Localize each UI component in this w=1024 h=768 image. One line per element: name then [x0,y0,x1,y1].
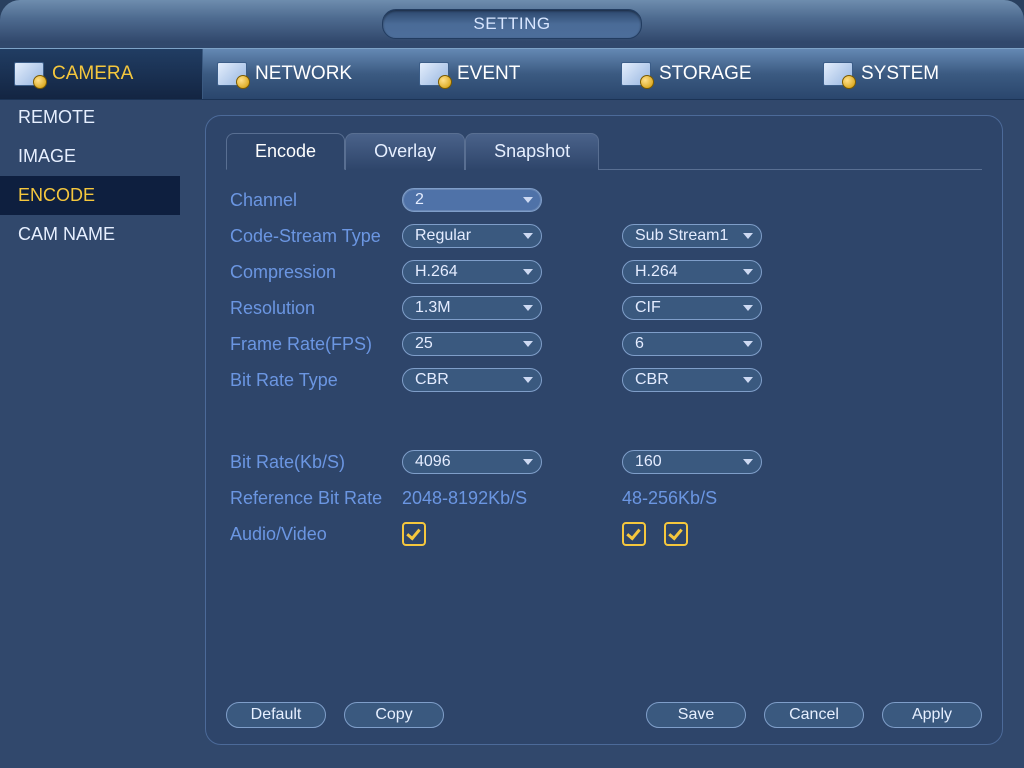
default-button[interactable]: Default [226,702,326,728]
label-bit-rate: Bit Rate(Kb/S) [230,452,402,473]
sidebar-item-image[interactable]: IMAGE [0,137,188,176]
camera-icon [14,62,44,86]
checkbox-av-main[interactable] [402,522,426,546]
label-code-stream-type: Code-Stream Type [230,226,402,247]
sidebar-item-remote[interactable]: REMOTE [0,98,188,137]
nav-label: NETWORK [255,63,352,85]
inner-tabs: Encode Overlay Snapshot [226,132,982,170]
nav-label: SYSTEM [861,63,939,85]
storage-icon [621,62,651,86]
select-code-stream-main[interactable]: Regular [402,224,542,248]
save-button[interactable]: Save [646,702,746,728]
nav-label: STORAGE [659,63,752,85]
cancel-button[interactable]: Cancel [764,702,864,728]
select-resolution-main[interactable]: 1.3M [402,296,542,320]
encode-form: Channel 2 Code-Stream Type Regular Sub S… [226,180,982,552]
tab-overlay[interactable]: Overlay [345,133,465,170]
label-channel: Channel [230,190,402,211]
button-bar: Default Copy Save Cancel Apply [226,702,982,728]
nav-item-camera[interactable]: CAMERA [0,49,203,99]
nav-item-storage[interactable]: STORAGE [607,49,809,99]
select-channel[interactable]: 2 [402,188,542,212]
label-compression: Compression [230,262,402,283]
event-icon [419,62,449,86]
label-audio-video: Audio/Video [230,524,402,545]
sidebar: REMOTE IMAGE ENCODE CAM NAME [0,98,188,768]
checkbox-av-sub-video[interactable] [622,522,646,546]
apply-button[interactable]: Apply [882,702,982,728]
label-reference-bit-rate: Reference Bit Rate [230,488,402,509]
window-title: SETTING [382,9,641,39]
select-code-stream-sub[interactable]: Sub Stream1 [622,224,762,248]
select-bit-rate-sub[interactable]: 160 [622,450,762,474]
select-bit-rate-main[interactable]: 4096 [402,450,542,474]
label-resolution: Resolution [230,298,402,319]
select-resolution-sub[interactable]: CIF [622,296,762,320]
copy-button[interactable]: Copy [344,702,444,728]
select-frame-rate-main[interactable]: 25 [402,332,542,356]
select-compression-main[interactable]: H.264 [402,260,542,284]
nav-item-network[interactable]: NETWORK [203,49,405,99]
system-icon [823,62,853,86]
tab-snapshot[interactable]: Snapshot [465,133,599,170]
select-frame-rate-sub[interactable]: 6 [622,332,762,356]
main-panel: Encode Overlay Snapshot Channel 2 Code-S… [205,115,1003,745]
select-bit-rate-type-sub[interactable]: CBR [622,368,762,392]
checkbox-av-sub-audio[interactable] [664,522,688,546]
nav-label: CAMERA [52,63,133,85]
value-ref-bit-rate-main: 2048-8192Kb/S [402,488,527,509]
sidebar-item-encode[interactable]: ENCODE [0,176,180,215]
top-nav: CAMERA NETWORK EVENT STORAGE SYSTEM [0,48,1024,100]
label-frame-rate: Frame Rate(FPS) [230,334,402,355]
select-bit-rate-type-main[interactable]: CBR [402,368,542,392]
network-icon [217,62,247,86]
value-ref-bit-rate-sub: 48-256Kb/S [622,488,717,509]
nav-label: EVENT [457,63,520,85]
select-compression-sub[interactable]: H.264 [622,260,762,284]
label-bit-rate-type: Bit Rate Type [230,370,402,391]
tab-encode[interactable]: Encode [226,133,345,170]
nav-item-system[interactable]: SYSTEM [809,49,1011,99]
sidebar-item-camname[interactable]: CAM NAME [0,215,188,254]
nav-item-event[interactable]: EVENT [405,49,607,99]
